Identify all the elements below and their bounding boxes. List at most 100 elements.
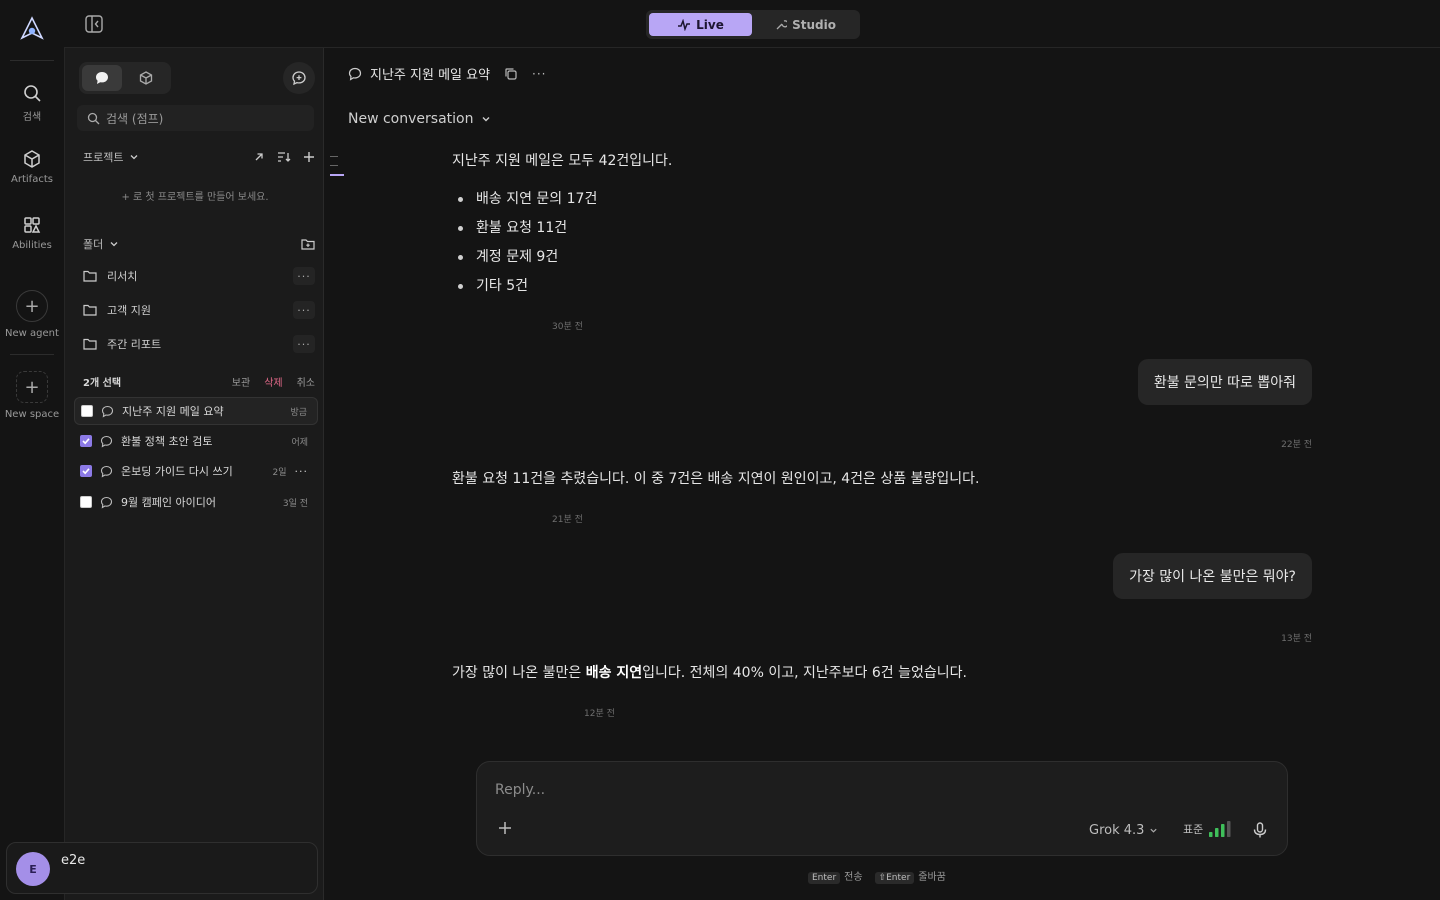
- quality-selector[interactable]: 표준: [1183, 821, 1231, 837]
- message-text: 가장 많이 나온 불만은 배송 지연입니다. 전체의 40% 이고, 지난주보다…: [452, 663, 967, 683]
- tab-live-label: Live: [696, 17, 724, 32]
- left-rail: 검색 Artifacts Abilities + New agent + New…: [0, 0, 64, 900]
- profile-card[interactable]: E e2e: [6, 842, 318, 894]
- grid-icon: [21, 214, 43, 236]
- rail-abilities-label: Abilities: [12, 240, 52, 251]
- rail-new-agent[interactable]: + New agent: [0, 290, 64, 339]
- cube-icon: [21, 148, 43, 170]
- conversation-title: 환불 정책 초안 검토: [121, 435, 213, 448]
- rail-abilities[interactable]: Abilities: [0, 214, 64, 251]
- conversation-checkbox[interactable]: [80, 465, 92, 477]
- conversation-item[interactable]: 환불 정책 초안 검토 어제: [74, 427, 318, 455]
- conversation-time: 어제: [291, 437, 308, 448]
- app-logo-icon[interactable]: [18, 16, 46, 44]
- conversation-header: 지난주 지원 메일 요약 ···: [348, 64, 547, 83]
- chat-bubble-icon: [348, 67, 362, 81]
- avatar: E: [16, 852, 50, 886]
- hint-label: 전송: [844, 872, 863, 883]
- new-chat-button[interactable]: [283, 62, 315, 94]
- sort-icon[interactable]: [277, 151, 291, 163]
- chat-bubble-icon: [101, 405, 114, 418]
- message-text-part: 가장 많이 나온 불만은: [452, 665, 586, 681]
- folders-label: 폴더: [83, 238, 104, 251]
- message-text-part: 입니다. 전체의 40% 이고, 지난주보다 6건 늘었습니다.: [642, 665, 967, 681]
- folder-more-button[interactable]: ···: [293, 335, 315, 353]
- rail-search[interactable]: 검색: [0, 82, 64, 123]
- message-outline[interactable]: [330, 156, 344, 184]
- rail-divider: [10, 60, 54, 61]
- add-folder-icon[interactable]: [301, 238, 315, 250]
- conversation-item[interactable]: 지난주 지원 메일 요약 방금: [74, 397, 318, 425]
- list-item: 배송 지연 문의 17건: [452, 189, 672, 218]
- list-item: 계정 문제 9건: [452, 247, 672, 276]
- wrench-icon: [776, 19, 788, 29]
- chat-main: 지난주 지원 메일 요약 ··· New conversation 지난주 지원…: [324, 48, 1440, 900]
- rail-artifacts[interactable]: Artifacts: [0, 148, 64, 185]
- microphone-icon[interactable]: [1251, 821, 1269, 839]
- conversation-item[interactable]: 온보딩 가이드 다시 쓰기 2일 ···: [74, 457, 318, 485]
- tab-live[interactable]: Live: [649, 13, 752, 36]
- conversation-checkbox[interactable]: [80, 496, 92, 508]
- hint-label: 줄바꿈: [918, 872, 946, 883]
- user-message: 환불 문의만 따로 뽑아줘: [1137, 359, 1312, 405]
- projects-header: 프로젝트: [83, 149, 315, 165]
- hint-newline: ⇧Enter 줄바꿈: [874, 868, 946, 884]
- check-icon: [82, 468, 90, 475]
- conversation-more-button[interactable]: ···: [295, 465, 309, 478]
- open-external-icon[interactable]: [253, 151, 265, 163]
- folder-item-support[interactable]: 고객 지원 ···: [83, 299, 315, 321]
- sidebar-toggle-icon[interactable]: [84, 14, 104, 34]
- rail-new-space[interactable]: + New space: [0, 371, 64, 420]
- list-item: 환불 요청 11건: [452, 218, 672, 247]
- user-name: e2e: [61, 853, 86, 868]
- cube-icon: [139, 71, 153, 85]
- folder-icon: [83, 338, 97, 350]
- copy-icon[interactable]: [504, 67, 518, 81]
- model-selector[interactable]: Grok 4.3: [1089, 823, 1158, 838]
- projects-label: 프로젝트: [83, 151, 124, 164]
- signal-bars-icon: [1209, 821, 1231, 837]
- hint-key: ⇧Enter: [874, 872, 915, 884]
- folder-more-button[interactable]: ···: [293, 267, 315, 285]
- conversation-title: 지난주 지원 메일 요약: [122, 405, 224, 418]
- selection-bar: 2개 선택 보관 삭제 취소: [83, 374, 315, 389]
- search-icon: [21, 82, 43, 104]
- chevron-down-icon: [482, 117, 490, 122]
- outline-mark: [330, 156, 338, 157]
- folder-icon: [83, 270, 97, 282]
- conversation-title: 9월 캠페인 아이디어: [121, 496, 216, 509]
- delete-button[interactable]: 삭제: [264, 374, 282, 389]
- message-list: 배송 지연 문의 17건 환불 요청 11건 계정 문제 9건 기타 5건: [452, 189, 672, 305]
- conversation-selector[interactable]: New conversation: [348, 111, 491, 127]
- archive-button[interactable]: 보관: [232, 374, 250, 389]
- folder-item-weekly[interactable]: 주간 리포트 ···: [83, 333, 315, 355]
- folder-item-research[interactable]: 리서치 ···: [83, 265, 315, 287]
- folder-more-button[interactable]: ···: [293, 301, 315, 319]
- folders-toggle[interactable]: 폴더: [83, 236, 119, 252]
- message-text: 환불 요청 11건을 추렸습니다. 이 중 7건은 배송 지연이 원인이고, 4…: [452, 471, 980, 487]
- rail-artifacts-label: Artifacts: [11, 174, 53, 185]
- attach-plus-icon[interactable]: [497, 820, 513, 836]
- tab-studio[interactable]: Studio: [754, 13, 857, 36]
- artifacts-view-button[interactable]: [126, 65, 166, 91]
- chats-view-button[interactable]: [82, 65, 122, 91]
- folder-icon: [83, 304, 97, 316]
- cancel-selection-button[interactable]: 취소: [297, 374, 315, 389]
- outline-mark: [330, 165, 338, 166]
- plus-icon: +: [16, 290, 48, 322]
- message-text: 지난주 지원 메일은 모두 42건입니다.: [452, 153, 673, 169]
- reply-input[interactable]: Reply...: [495, 782, 545, 798]
- chat-bubble-icon: [100, 465, 113, 478]
- more-options-button[interactable]: ···: [532, 67, 546, 81]
- check-icon: [82, 438, 90, 445]
- projects-toggle[interactable]: 프로젝트: [83, 149, 139, 165]
- conversation-selector-label: New conversation: [348, 111, 474, 127]
- conversation-checkbox[interactable]: [81, 405, 93, 417]
- chat-bubble-icon: [96, 72, 108, 84]
- search-input[interactable]: 검색 (점프): [77, 105, 314, 131]
- conversation-checkbox[interactable]: [80, 435, 92, 447]
- chevron-down-icon: [131, 155, 138, 160]
- conversation-item[interactable]: 9월 캠페인 아이디어 3일 전: [74, 488, 318, 516]
- add-project-icon[interactable]: [303, 151, 315, 163]
- message-timestamp: 21분 전: [552, 515, 583, 525]
